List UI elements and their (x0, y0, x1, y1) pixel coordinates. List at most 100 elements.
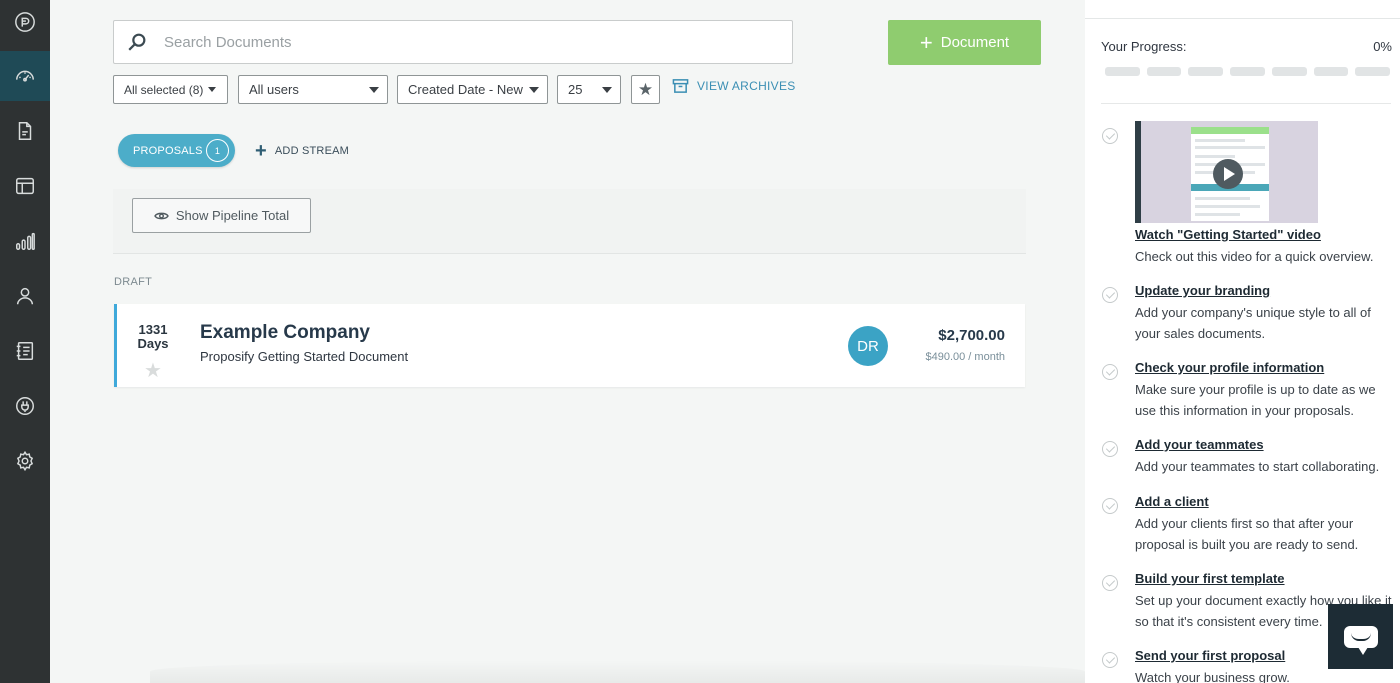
task-title-send-proposal[interactable]: Send your first proposal (1135, 648, 1285, 663)
progress-segment (1355, 67, 1391, 76)
logo-icon[interactable] (0, 0, 50, 47)
thumbnail-line (1195, 197, 1250, 200)
integrations-icon[interactable] (0, 381, 50, 431)
task-check-icon[interactable] (1102, 441, 1118, 457)
search-icon (128, 33, 146, 51)
avatar: DR (848, 326, 888, 366)
stream-tab-proposals[interactable]: PROPOSALS 1 (118, 134, 235, 167)
plus-icon: + (255, 140, 267, 162)
progress-segment (1230, 67, 1265, 76)
document-name: Proposify Getting Started Document (200, 349, 409, 364)
progress-segment (1146, 67, 1182, 76)
chevron-down-icon (529, 87, 539, 93)
task-title-add-client[interactable]: Add a client (1135, 494, 1209, 509)
templates-icon[interactable] (0, 161, 50, 211)
sort-select[interactable]: Created Date - New (397, 75, 548, 104)
search-bar (113, 20, 793, 64)
task-check-icon[interactable] (1102, 364, 1118, 380)
progress-segment (1271, 67, 1307, 76)
stream-count-badge: 1 (206, 139, 229, 162)
task-check-icon[interactable] (1102, 128, 1118, 144)
task-desc: Make sure your profile is up to date as … (1135, 382, 1376, 418)
chevron-down-icon (602, 87, 612, 93)
play-icon[interactable] (1213, 159, 1243, 189)
thumbnail-sidebar (1135, 121, 1141, 223)
document-row[interactable]: 1331 Days ★ Example Company Proposify Ge… (114, 304, 1025, 387)
footer-shadow (150, 660, 1085, 683)
add-stream-button[interactable]: + ADD STREAM (255, 141, 349, 161)
thumbnail-header (1191, 127, 1269, 134)
task-check-icon[interactable] (1102, 652, 1118, 668)
archive-icon (672, 79, 689, 93)
progress-value: 0% (1373, 39, 1392, 54)
section-label-draft: DRAFT (114, 276, 153, 288)
show-pipeline-total-button[interactable]: Show Pipeline Total (132, 198, 311, 233)
status-filter-value: All selected (8) (124, 82, 204, 97)
users-filter-select[interactable]: All users (238, 75, 388, 104)
settings-icon[interactable] (0, 436, 50, 486)
task-title-add-teammates[interactable]: Add your teammates (1135, 437, 1264, 452)
task-title-update-branding[interactable]: Update your branding (1135, 283, 1270, 298)
task-check-icon[interactable] (1102, 498, 1118, 514)
progress-bar (1105, 67, 1391, 76)
getting-started-video-thumbnail[interactable] (1135, 121, 1318, 223)
task-check-icon[interactable] (1102, 575, 1118, 591)
thumbnail-line (1195, 213, 1240, 216)
task-desc: Add your teammates to start collaboratin… (1135, 459, 1380, 474)
thumbnail-line (1195, 139, 1245, 142)
document-monthly: $490.00 / month (925, 351, 1005, 363)
task-desc: Add your company's unique style to all o… (1135, 305, 1371, 341)
onboarding-panel: Your Progress: 0% Watch "Getting Started… (1085, 0, 1400, 683)
status-filter-select[interactable]: All selected (8) (113, 75, 228, 104)
pipeline-panel: Show Pipeline Total (113, 189, 1026, 254)
stream-tab-label: PROPOSALS (133, 144, 203, 157)
document-company: Example Company (200, 322, 370, 343)
task-title-watch-video[interactable]: Watch "Getting Started" video (1135, 227, 1321, 242)
chevron-down-icon (208, 87, 216, 92)
divider (1085, 18, 1400, 19)
sort-value: Created Date - New (408, 82, 523, 97)
divider (1101, 103, 1391, 104)
dashboard-icon[interactable] (0, 51, 50, 101)
thumbnail-line (1195, 205, 1260, 208)
days-counter: 1331 Days (133, 323, 173, 351)
view-archives-label: VIEW ARCHIVES (697, 79, 796, 93)
chat-icon (1343, 625, 1378, 655)
days-count: 1331 (138, 322, 168, 337)
content-library-icon[interactable] (0, 326, 50, 376)
task-title-build-template[interactable]: Build your first template (1135, 571, 1285, 586)
progress-label: Your Progress: (1101, 39, 1187, 54)
per-page-select[interactable]: 25 (557, 75, 621, 104)
left-nav (0, 0, 50, 683)
star-icon: ★ (637, 79, 654, 99)
thumbnail-line (1195, 146, 1265, 149)
documents-icon[interactable] (0, 106, 50, 156)
task-desc: Watch your business grow. (1135, 670, 1290, 683)
task-check-icon[interactable] (1102, 287, 1118, 303)
per-page-value: 25 (568, 82, 583, 97)
eye-icon (154, 212, 169, 219)
days-unit: Days (137, 336, 169, 351)
add-stream-label: ADD STREAM (274, 145, 350, 157)
task-desc: Add your clients first so that after you… (1135, 516, 1359, 552)
add-document-label: Document (940, 34, 1010, 51)
thumbnail-line (1195, 155, 1235, 158)
chat-launcher-button[interactable] (1328, 604, 1393, 669)
add-document-button[interactable]: + Document (888, 20, 1041, 65)
contacts-icon[interactable] (0, 271, 50, 321)
progress-segment (1188, 67, 1224, 76)
star-icon[interactable]: ★ (144, 361, 162, 381)
view-archives-link[interactable]: VIEW ARCHIVES (672, 78, 796, 94)
users-filter-value: All users (249, 82, 299, 97)
starred-filter-button[interactable]: ★ (631, 75, 660, 104)
chevron-down-icon (369, 87, 379, 93)
progress-segment (1313, 67, 1349, 76)
document-amount: $2,700.00 (938, 327, 1005, 344)
plus-icon: + (919, 29, 933, 55)
show-pipeline-total-label: Show Pipeline Total (175, 208, 290, 223)
task-desc: Check out this video for a quick overvie… (1135, 249, 1374, 264)
progress-segment (1105, 67, 1140, 76)
search-input[interactable] (164, 33, 764, 51)
reports-icon[interactable] (0, 216, 50, 266)
task-title-check-profile[interactable]: Check your profile information (1135, 360, 1324, 375)
